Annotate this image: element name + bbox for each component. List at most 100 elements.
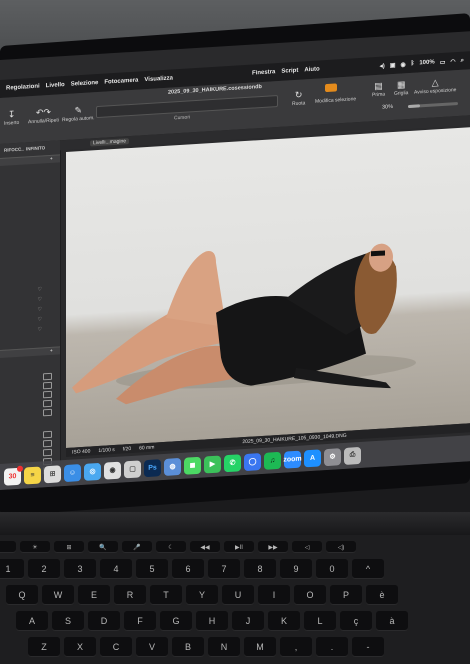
keyboard-key[interactable]: Y xyxy=(186,585,218,605)
layer-toggle[interactable] xyxy=(43,430,52,439)
refocus-label[interactable]: RIFOCC.. xyxy=(4,147,24,153)
keyboard-key[interactable]: ▶II xyxy=(224,541,254,553)
check-icon[interactable]: ♡ xyxy=(38,296,42,302)
keyboard-key[interactable]: 6 xyxy=(172,559,204,579)
check-icon[interactable]: ♡ xyxy=(38,326,42,332)
display-icon[interactable]: ▣ xyxy=(390,61,396,68)
whatsapp-icon[interactable]: ✆ xyxy=(224,453,241,472)
keyboard-key[interactable]: Z xyxy=(28,637,60,657)
keyboard-key[interactable]: ☀ xyxy=(20,541,50,553)
layer-toggle[interactable] xyxy=(43,372,52,381)
undo-redo-tool[interactable]: ↶↷ Annulla/Ripeti xyxy=(28,106,59,125)
keyboard-key[interactable]: K xyxy=(268,611,300,631)
infinity-label[interactable]: INFINITO xyxy=(26,145,45,151)
davinci-icon[interactable]: ◍ xyxy=(164,457,181,476)
keyboard-key[interactable]: . xyxy=(316,637,348,657)
keyboard-key[interactable]: ☾ xyxy=(156,541,186,553)
keyboard-key[interactable]: 3 xyxy=(64,559,96,579)
keyboard-key[interactable]: 1 xyxy=(0,559,24,579)
edit-selection-icon[interactable] xyxy=(325,83,337,93)
facetime-icon[interactable]: ▶ xyxy=(204,454,221,474)
volume-icon[interactable]: ◂) xyxy=(380,62,385,69)
keyboard-key[interactable]: 7 xyxy=(208,559,240,579)
keyboard-key[interactable] xyxy=(0,541,16,553)
check-icon[interactable]: ♡ xyxy=(38,286,42,292)
keyboard-key[interactable]: A xyxy=(16,611,48,631)
rotate-tool[interactable]: ↻ Ruota xyxy=(292,89,305,108)
spotify-icon[interactable]: ♫ xyxy=(264,451,281,470)
keyboard-key[interactable]: L xyxy=(304,611,336,631)
grid-tool[interactable]: ▦ Griglia xyxy=(394,79,408,97)
edit-selection-tool[interactable]: Modifica selezione xyxy=(315,96,356,105)
layer-toggle[interactable] xyxy=(43,439,52,448)
search-icon[interactable]: ⌕ xyxy=(461,57,464,64)
keyboard-key[interactable]: C xyxy=(100,637,132,657)
safari-icon[interactable]: ◎ xyxy=(84,462,101,481)
check-icon[interactable]: ♡ xyxy=(38,306,42,312)
photoshop-icon[interactable]: Ps xyxy=(144,458,161,477)
battery-icon[interactable]: ▭ xyxy=(440,58,446,65)
keyboard-key[interactable]: ç xyxy=(340,611,372,631)
insert-tool[interactable]: ↧ Inserto xyxy=(4,109,19,127)
printer-icon[interactable]: ⎙ xyxy=(344,446,361,465)
keyboard-key[interactable]: 🎤 xyxy=(122,541,152,553)
keyboard-key[interactable]: ▶▶ xyxy=(258,541,288,553)
keyboard-key[interactable]: G xyxy=(160,611,192,631)
keyboard-key[interactable]: ⊞ xyxy=(54,541,84,553)
launchpad-icon[interactable]: ⊞ xyxy=(44,464,61,483)
menu-item[interactable]: Regolazioni xyxy=(6,84,40,92)
layer-toggle[interactable] xyxy=(43,390,52,399)
keyboard-key[interactable]: W xyxy=(42,585,74,605)
capture-one-icon[interactable]: ◉ xyxy=(104,461,121,480)
menu-item[interactable]: Selezione xyxy=(71,80,99,88)
keyboard-key[interactable]: ◀◀ xyxy=(190,541,220,553)
layer-toggle[interactable] xyxy=(43,408,52,417)
keyboard-key[interactable]: P xyxy=(330,585,362,605)
finder-icon[interactable]: ☺ xyxy=(64,463,81,482)
add-icon[interactable]: + xyxy=(50,348,53,353)
signal-icon[interactable]: ◯ xyxy=(244,452,261,471)
add-icon[interactable]: + xyxy=(50,156,53,161)
keyboard-key[interactable]: è xyxy=(366,585,398,605)
keyboard-key[interactable]: B xyxy=(172,637,204,657)
messages-green-icon[interactable]: ◼ xyxy=(184,456,201,475)
keyboard-key[interactable]: 5 xyxy=(136,559,168,579)
keyboard-key[interactable]: U xyxy=(222,585,254,605)
keyboard-key[interactable]: M xyxy=(244,637,276,657)
before-tool[interactable]: ▤ Prima xyxy=(372,80,385,99)
layer-toggle[interactable] xyxy=(43,381,52,390)
keyboard-key[interactable]: X xyxy=(64,637,96,657)
keyboard-key[interactable]: D xyxy=(88,611,120,631)
app-store-icon[interactable]: A xyxy=(304,448,321,467)
keyboard-key[interactable]: , xyxy=(280,637,312,657)
auto-adjust-tool[interactable]: ✎ Regola autom. xyxy=(62,104,95,123)
notes-icon[interactable]: ≡ xyxy=(24,465,41,485)
check-icon[interactable]: ♡ xyxy=(38,316,42,322)
record-icon[interactable]: ◉ xyxy=(400,61,405,68)
keyboard-key[interactable]: 9 xyxy=(280,559,312,579)
keyboard-key[interactable]: - xyxy=(352,637,384,657)
menu-item[interactable]: Livello xyxy=(46,82,65,89)
keyboard-key[interactable]: 2 xyxy=(28,559,60,579)
keyboard-key[interactable]: I xyxy=(258,585,290,605)
keyboard-key[interactable]: J xyxy=(232,611,264,631)
keyboard-key[interactable]: S xyxy=(52,611,84,631)
photo-viewer[interactable] xyxy=(66,127,470,448)
keyboard-key[interactable]: H xyxy=(196,611,228,631)
keyboard-key[interactable]: F xyxy=(124,611,156,631)
keyboard-key[interactable]: V xyxy=(136,637,168,657)
menu-item[interactable]: Fotocamera xyxy=(104,78,138,86)
keyboard-key[interactable]: 4 xyxy=(100,559,132,579)
menu-item-aiuto[interactable]: Aiuto xyxy=(304,66,319,73)
keyboard-key[interactable]: 🔍 xyxy=(88,541,118,553)
keyboard-key[interactable]: ◁) xyxy=(326,541,356,553)
exposure-warning-tool[interactable]: △ Avviso esposizione xyxy=(414,76,456,96)
menu-item-finestra[interactable]: Finestra xyxy=(252,69,275,76)
menu-item[interactable]: Visualizza xyxy=(144,75,173,83)
bluetooth-icon[interactable]: ᛒ xyxy=(411,61,415,67)
layer-tab[interactable]: Livelli...magine xyxy=(90,138,130,147)
keyboard-key[interactable]: N xyxy=(208,637,240,657)
keyboard-key[interactable]: O xyxy=(294,585,326,605)
wifi-icon[interactable]: ◠ xyxy=(450,58,455,65)
layer-toggle[interactable] xyxy=(43,448,52,457)
